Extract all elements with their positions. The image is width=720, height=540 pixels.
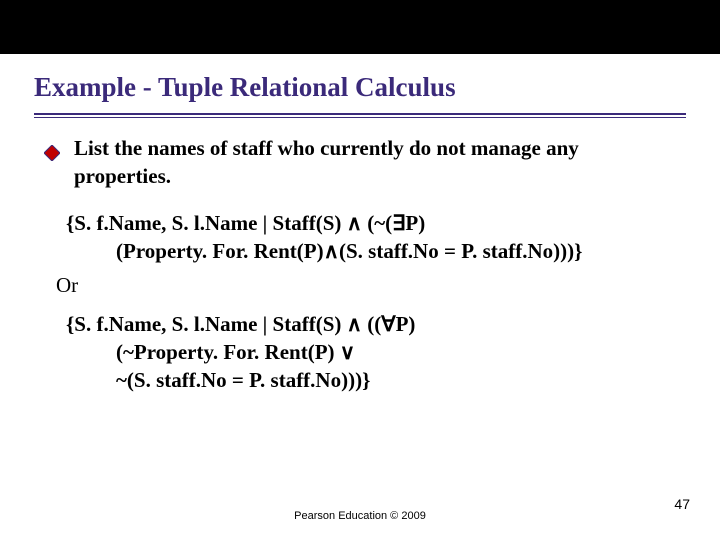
formula-2: {S. f.Name, S. l.Name | Staff(S) ∧ ((∀P)… [66,310,676,395]
divider-thick [34,113,686,115]
or-label: Or [56,271,676,299]
heading-area: Example - Tuple Relational Calculus [0,54,720,109]
formula-1-line-1: {S. f.Name, S. l.Name | Staff(S) ∧ (~(∃P… [66,211,425,235]
formula-2-line-3: ~(S. staff.No = P. staff.No)))} [116,366,676,394]
formula-1-line-2: (Property. For. Rent(P)∧(S. staff.No = P… [116,237,676,265]
slide-title: Example - Tuple Relational Calculus [34,72,686,103]
footer-copyright: Pearson Education © 2009 [0,510,720,522]
bullet-text: List the names of staff who currently do… [74,134,676,191]
diamond-bullet-icon [44,140,60,168]
formula-1: {S. f.Name, S. l.Name | Staff(S) ∧ (~(∃P… [66,209,676,266]
slide-body: List the names of staff who currently do… [0,118,720,395]
bullet-item: List the names of staff who currently do… [44,134,676,191]
formula-2-line-2: (~Property. For. Rent(P) ∨ [116,338,676,366]
top-black-bar [0,0,720,54]
page-number: 47 [674,496,690,512]
formula-2-line-1: {S. f.Name, S. l.Name | Staff(S) ∧ ((∀P) [66,312,415,336]
